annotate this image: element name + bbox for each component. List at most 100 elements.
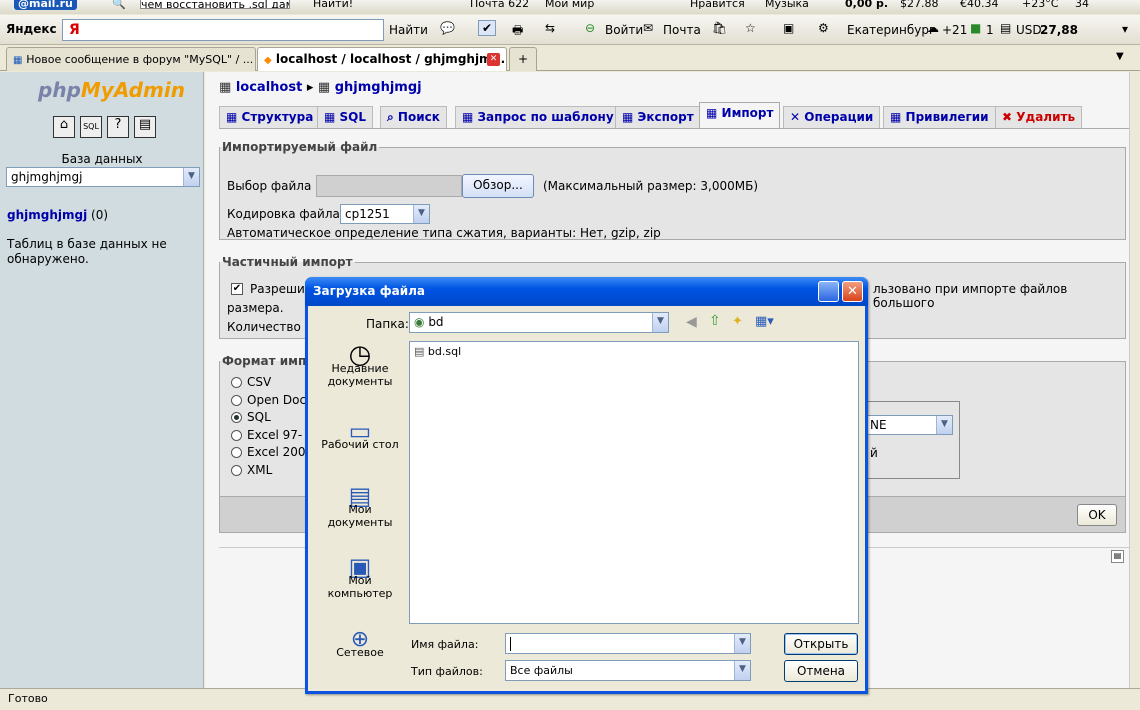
print-view-icon[interactable]: ▤ xyxy=(1111,550,1124,563)
radio-icon[interactable] xyxy=(231,447,242,458)
place-documents[interactable]: ▤ Мои документы xyxy=(316,484,404,529)
widget-icon[interactable]: ▣ xyxy=(783,21,794,35)
encoding-select[interactable]: cp1251 ▼ xyxy=(340,204,430,224)
cancel-button[interactable]: Отмена xyxy=(784,660,858,682)
music-link[interactable]: Музыка xyxy=(765,0,809,10)
yandex-find-button[interactable]: Найти xyxy=(389,23,428,37)
mail-link[interactable]: Почта 622 xyxy=(470,0,529,10)
tab-export[interactable]: ▦ Экспорт xyxy=(615,106,701,128)
docs-icon[interactable]: ▤ xyxy=(134,116,156,138)
new-folder-icon[interactable]: ✦ xyxy=(732,314,743,329)
ok-button[interactable]: OK xyxy=(1077,504,1117,526)
folder-select[interactable]: ◉ bd ▼ xyxy=(409,312,669,333)
file-list[interactable]: ▤ bd.sql xyxy=(409,341,859,624)
browse-button[interactable]: Обзор... xyxy=(462,174,534,198)
db-link[interactable]: ghjmghjmgj xyxy=(7,208,87,222)
mail-logo[interactable]: @mail.ru xyxy=(14,0,77,10)
format-option-xlsx[interactable]: Excel 200 xyxy=(231,444,306,462)
open-button[interactable]: Открыть xyxy=(784,633,858,655)
print-icon[interactable]: 🖶 xyxy=(512,21,523,42)
tab-structure[interactable]: ▦ Структура xyxy=(219,106,321,128)
translate-icon[interactable]: ⇆ xyxy=(545,21,555,35)
place-computer[interactable]: ▣ Мой компьютер xyxy=(316,555,404,600)
bookmarks-icon[interactable]: 🛍 xyxy=(712,21,727,35)
filetype-select[interactable]: Все файлы ▼ xyxy=(505,660,751,681)
radio-icon[interactable] xyxy=(231,412,242,423)
tab-sql[interactable]: ▦ SQL xyxy=(317,106,374,128)
radio-icon[interactable] xyxy=(231,394,242,406)
file-path-input[interactable] xyxy=(316,175,462,197)
yandex-menu[interactable]: Яндекс xyxy=(6,22,57,36)
tab-forum[interactable]: ▦ Новое сообщение в форум "MySQL" / ... xyxy=(6,47,256,71)
sql-query-icon[interactable]: SQL xyxy=(80,116,102,138)
usd-value[interactable]: 27,88 xyxy=(1040,23,1078,37)
traffic-level[interactable]: 1 xyxy=(986,23,994,37)
page-scrollbar[interactable] xyxy=(1129,72,1140,688)
eur-rate[interactable]: €40.34 xyxy=(960,0,999,10)
db-select[interactable]: ghjmghjmgj ▼ xyxy=(6,167,200,187)
mail-find-button[interactable]: Найти! xyxy=(313,0,353,10)
allow-interrupt-checkbox[interactable]: ✔ xyxy=(231,283,243,295)
up-folder-icon[interactable]: ⇧ xyxy=(709,313,721,329)
dialog-titlebar[interactable]: Загрузка файла ✕ xyxy=(305,277,868,306)
login-link[interactable]: Войти xyxy=(605,23,643,37)
city-label[interactable]: Екатеринбург xyxy=(847,23,935,37)
temperature[interactable]: +21 xyxy=(942,23,967,37)
close-icon[interactable]: ✕ xyxy=(842,281,863,302)
chat-icon[interactable]: 💬 xyxy=(440,21,455,35)
tab-drop[interactable]: ✖ Удалить xyxy=(995,106,1083,128)
star-icon[interactable]: ☆ xyxy=(745,21,756,35)
tab-operations[interactable]: ✕ Операции xyxy=(783,106,881,128)
format-option-csv[interactable]: CSV xyxy=(231,374,306,392)
gear-icon[interactable]: ⚙ xyxy=(818,21,829,35)
tab-search[interactable]: ⌕ Поиск xyxy=(380,106,447,128)
chevron-down-icon[interactable]: ▼ xyxy=(183,168,199,186)
radio-icon[interactable] xyxy=(231,464,242,476)
tab-phpmyadmin[interactable]: ◆ localhost / localhost / ghjmghjm... ✕ xyxy=(257,47,507,71)
format-option-xls[interactable]: Excel 97- xyxy=(231,427,306,445)
myworld-link[interactable]: Мой мир xyxy=(545,0,594,10)
format-option-xml[interactable]: XML xyxy=(231,462,306,480)
money-balance[interactable]: 0,00 р. xyxy=(845,0,888,10)
home-icon[interactable]: ⌂ xyxy=(53,116,75,138)
new-tab-button[interactable]: + xyxy=(509,47,537,71)
filename-input[interactable]: ▼ xyxy=(505,633,751,654)
pma-logo[interactable]: phpMyAdmin xyxy=(38,78,185,102)
close-icon[interactable]: ✕ xyxy=(487,53,500,66)
usd-label[interactable]: USD xyxy=(1016,23,1042,37)
place-network[interactable]: ⊕ Сетевое xyxy=(316,629,404,660)
breadcrumb-db[interactable]: ghjmghjmgj xyxy=(335,80,422,95)
radio-icon[interactable] xyxy=(231,429,242,441)
help-icon[interactable]: ? xyxy=(107,116,129,138)
chevron-down-icon[interactable]: ▼ xyxy=(413,205,429,223)
usd-rate[interactable]: $27.88 xyxy=(900,0,939,10)
tab-query[interactable]: ▦ Запрос по шаблону xyxy=(455,106,621,128)
file-item[interactable]: ▤ bd.sql xyxy=(414,345,461,358)
chevron-down-icon[interactable]: ▼ xyxy=(936,416,952,434)
mail-search-input[interactable]: чем восстановить .sql дамп? xyxy=(140,0,290,9)
tab-privileges[interactable]: ▦ Привилегии xyxy=(883,106,996,128)
tab-import[interactable]: ▦ Импорт xyxy=(699,102,781,129)
weather[interactable]: +23°C xyxy=(1022,0,1058,10)
back-icon[interactable]: ◀ xyxy=(686,314,697,330)
help-button[interactable] xyxy=(818,281,839,302)
view-menu-icon[interactable]: ▦▾ xyxy=(755,314,774,329)
login-icon[interactable]: ⊖ xyxy=(585,21,595,35)
place-recent[interactable]: ◷ Недавние документы xyxy=(316,342,404,388)
place-desktop[interactable]: ▭ Рабочий стол xyxy=(316,419,404,451)
counter[interactable]: 34 xyxy=(1075,0,1089,10)
breadcrumb-server[interactable]: localhost xyxy=(236,80,302,95)
chevron-down-icon[interactable]: ▼ xyxy=(652,313,668,332)
chevron-down-icon[interactable]: ▼ xyxy=(734,634,750,653)
format-option-ods[interactable]: Open Doc xyxy=(231,392,306,410)
compat-select[interactable]: NE ▼ xyxy=(865,415,953,435)
mail-menu[interactable]: Почта xyxy=(663,23,701,37)
mail-icon[interactable]: ✉ xyxy=(643,21,653,35)
likes-link[interactable]: Нравится xyxy=(690,0,745,10)
radio-icon[interactable] xyxy=(231,377,242,388)
chevron-down-icon[interactable]: ▼ xyxy=(734,661,750,680)
check-icon[interactable]: ✔ xyxy=(478,20,497,36)
yandex-search-input[interactable]: Я xyxy=(62,19,384,41)
chevron-down-icon[interactable]: ▼ xyxy=(1116,51,1124,62)
chevron-down-icon[interactable]: ▾ xyxy=(1122,22,1128,36)
